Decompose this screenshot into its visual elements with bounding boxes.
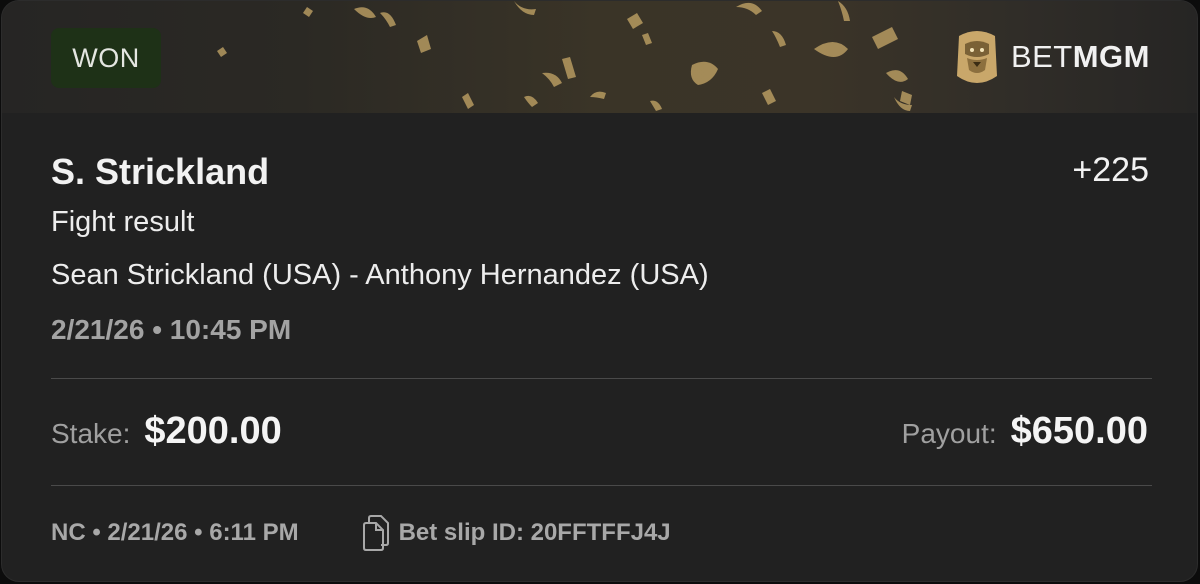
document-copy-icon[interactable] <box>361 515 391 551</box>
bet-footer: NC • 2/21/26 • 6:11 PM Bet slip ID: 20FF… <box>51 515 671 551</box>
odds-value: +225 <box>1072 151 1149 189</box>
event-name: Sean Strickland (USA) - Anthony Hernande… <box>51 259 709 291</box>
bet-slip-card: WON BETMGM S. Strickland +225 Fight resu… <box>1 0 1198 582</box>
betmgm-brand: BETMGM <box>953 29 1150 85</box>
placed-info: NC • 2/21/26 • 6:11 PM <box>51 519 299 546</box>
won-status-badge: WON <box>51 28 161 88</box>
stake-value: $200.00 <box>144 410 282 452</box>
payout-label: Payout: <box>901 418 997 449</box>
divider <box>51 378 1152 379</box>
brand-bet-text: BET <box>1010 39 1073 74</box>
selection-name: S. Strickland <box>51 151 270 192</box>
brand-wordmark: BETMGM <box>1011 39 1150 75</box>
market-name: Fight result <box>51 206 195 238</box>
bet-slip-id[interactable]: Bet slip ID: 20FFTFFJ4J <box>399 519 671 547</box>
brand-mgm-text: MGM <box>1072 39 1150 74</box>
payout-value: $650.00 <box>1010 410 1148 452</box>
lion-head-logo-icon <box>956 31 997 83</box>
bet-header: WON BETMGM <box>2 1 1197 113</box>
stake-row: Stake: $200.00 <box>51 410 282 453</box>
divider <box>51 485 1152 486</box>
payout-row: Payout: $650.00 <box>902 410 1148 453</box>
event-datetime: 2/21/26 • 10:45 PM <box>51 314 292 345</box>
stake-label: Stake: <box>51 418 131 449</box>
